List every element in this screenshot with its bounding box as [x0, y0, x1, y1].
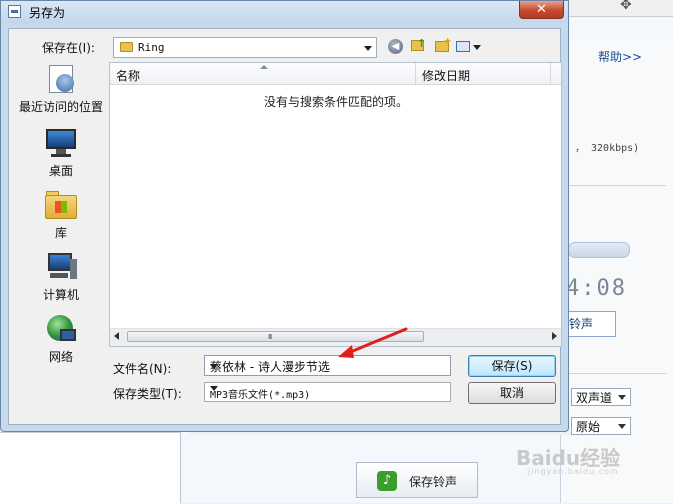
chevron-down-icon: [210, 386, 218, 391]
filetype-select[interactable]: MP3音乐文件(*.mp3): [204, 382, 451, 402]
dialog-title: 另存为: [29, 6, 66, 20]
sort-ascending-icon: [260, 65, 268, 69]
column-header-date[interactable]: 修改日期: [416, 63, 551, 85]
quality-select[interactable]: 原始: [571, 417, 631, 435]
baidu-watermark: Baidu经验 jingyan.baidu.com: [516, 442, 620, 476]
desktop-icon: [44, 129, 78, 159]
back-button[interactable]: ◀: [386, 37, 406, 57]
libraries-icon: [44, 189, 78, 221]
filename-field[interactable]: 蔡依林 - 诗人漫步节选: [204, 355, 451, 376]
scroll-grip: III: [268, 333, 272, 341]
place-label: 计算机: [42, 288, 79, 302]
panel-divider: [570, 185, 666, 186]
progress-slider[interactable]: [568, 242, 630, 258]
places-bar: 最近访问的位置 桌面 库 计算机 网络: [15, 63, 107, 365]
dialog-titlebar[interactable]: 另存为 ✕: [1, 1, 568, 23]
file-list[interactable]: 名称 修改日期 没有与搜索条件匹配的项。 III: [109, 62, 562, 347]
chevron-down-icon: [364, 46, 372, 51]
channel-select[interactable]: 双声道: [571, 388, 631, 406]
filetype-value: MP3音乐文件(*.mp3): [210, 390, 311, 401]
quality-select-value: 原始: [576, 420, 601, 434]
filename-value: 蔡依林 - 诗人漫步节选: [210, 360, 330, 374]
save-ringtone-button[interactable]: ♪ 保存铃声: [356, 462, 478, 498]
place-computer[interactable]: 计算机: [15, 253, 107, 303]
save-as-dialog: 另存为 ✕ 保存在(I): Ring ◀ ↑ ✦ 最近访问的位置 桌面 库 计算…: [0, 0, 569, 432]
channel-select-value: 双声道: [576, 391, 613, 405]
network-icon: [44, 313, 78, 345]
place-label: 库: [54, 226, 67, 240]
column-label: 修改日期: [422, 69, 471, 83]
close-button[interactable]: ✕: [519, 1, 564, 19]
bitrate-text: ， 320kbps): [575, 143, 640, 154]
current-folder: Ring: [138, 41, 165, 54]
save-in-combo[interactable]: Ring: [113, 37, 377, 58]
chevron-down-icon[interactable]: [210, 364, 218, 369]
place-libraries[interactable]: 库: [15, 189, 107, 241]
filename-label: 文件名(N):: [113, 362, 172, 376]
place-label: 网络: [48, 350, 73, 364]
up-folder-button[interactable]: ↑: [408, 37, 428, 57]
move-icon: ✥: [620, 0, 632, 13]
column-header-name[interactable]: 名称: [110, 63, 416, 85]
recent-places-icon: [45, 63, 77, 95]
save-button[interactable]: 保存(S): [468, 355, 556, 377]
empty-message: 没有与搜索条件匹配的项。: [264, 95, 409, 109]
place-recent[interactable]: 最近访问的位置: [15, 63, 107, 115]
help-link[interactable]: 帮助>>: [598, 48, 642, 65]
save-in-label: 保存在(I):: [42, 41, 95, 55]
filetype-label: 保存类型(T):: [113, 387, 182, 401]
chevron-down-icon: [618, 395, 626, 400]
music-note-icon: ♪: [377, 471, 397, 491]
place-label: 桌面: [48, 164, 73, 178]
background-left-area: [0, 432, 180, 504]
app-icon: [8, 5, 21, 18]
view-grid-icon: [456, 41, 470, 52]
place-network[interactable]: 网络: [15, 313, 107, 365]
dialog-body: 保存在(I): Ring ◀ ↑ ✦ 最近访问的位置 桌面 库 计算机 网络 名…: [8, 28, 562, 425]
scroll-left-icon[interactable]: [114, 332, 119, 340]
chevron-down-icon: [473, 45, 481, 50]
cancel-button[interactable]: 取消: [468, 382, 556, 404]
chevron-down-icon: [618, 424, 626, 429]
computer-icon: [44, 253, 78, 283]
scroll-right-icon[interactable]: [552, 332, 557, 340]
up-arrow-icon: ↑: [417, 37, 427, 50]
view-menu-button[interactable]: [455, 37, 481, 57]
new-folder-button[interactable]: ✦: [432, 35, 453, 57]
column-header-more[interactable]: [551, 63, 561, 85]
column-label: 名称: [116, 69, 141, 83]
back-arrow-icon: ◀: [388, 39, 403, 54]
sparkle-icon: ✦: [443, 35, 453, 48]
place-label: 最近访问的位置: [18, 100, 103, 114]
place-desktop[interactable]: 桌面: [15, 129, 107, 179]
save-ringtone-label: 保存铃声: [409, 475, 458, 489]
background-left-border: [180, 432, 181, 503]
folder-icon: [120, 42, 133, 52]
background-topbar: [560, 0, 673, 17]
annotation-arrow-icon: [338, 327, 408, 358]
watermark-url: jingyan.baidu.com: [528, 467, 619, 476]
time-display: 4:08: [566, 276, 627, 301]
